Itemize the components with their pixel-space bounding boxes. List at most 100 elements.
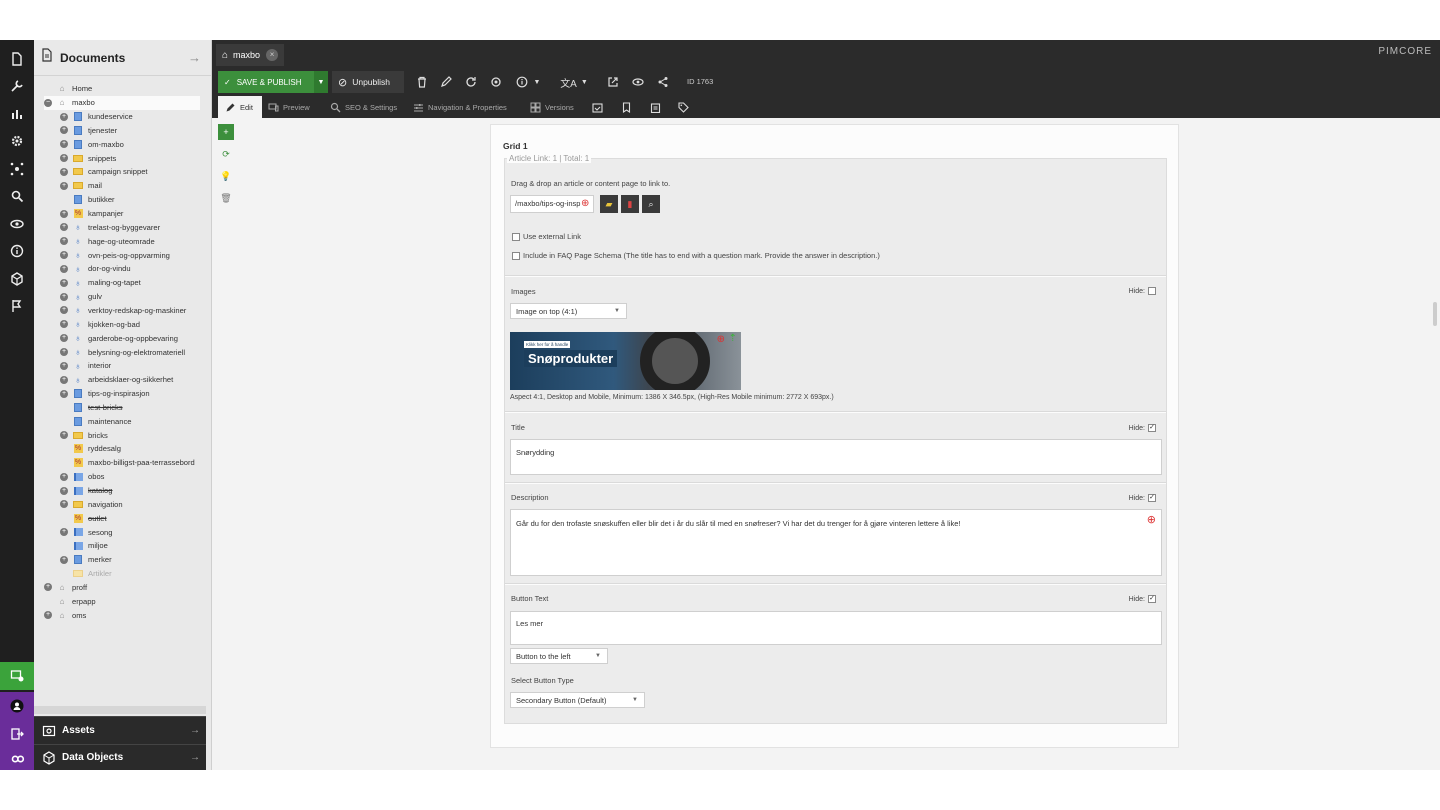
tab-tags[interactable] (678, 96, 693, 118)
tab-seo-settings[interactable]: SEO & Settings (330, 96, 397, 118)
wrench-icon[interactable] (0, 73, 34, 99)
tree-item[interactable]: + ♁ interior (60, 359, 111, 373)
expand-icon[interactable]: + (60, 167, 68, 176)
tree-item[interactable]: + ♁ maling-og-tapet (60, 276, 141, 290)
tree-item[interactable]: + mail (60, 179, 102, 193)
tree-item[interactable]: + ♁ ovn-peis-og-oppvarming (60, 248, 170, 262)
flag-icon[interactable] (0, 293, 34, 319)
expand-icon[interactable]: + (44, 583, 52, 592)
expand-icon[interactable]: + (60, 375, 68, 384)
user-avatar-icon[interactable] (0, 692, 34, 720)
tree-item[interactable]: + ⌂ proff (44, 581, 87, 595)
network-icon[interactable] (0, 156, 34, 182)
tree-item[interactable]: % outlet (60, 511, 107, 525)
expand-icon[interactable]: + (60, 154, 68, 163)
expand-icon[interactable]: + (60, 209, 68, 218)
tree-item[interactable]: + kundeservice (60, 110, 133, 124)
tree-item[interactable]: + obos (60, 470, 104, 484)
expand-icon[interactable]: + (60, 237, 68, 246)
collapse-icon[interactable]: − (44, 98, 52, 107)
tree-item[interactable]: maintenance (60, 414, 131, 428)
tree-item[interactable]: ⌂ erpapp (44, 594, 96, 608)
info-icon[interactable] (0, 238, 34, 264)
cube-icon[interactable] (0, 266, 34, 292)
banner-image[interactable]: Klikk her for å handle Snøprodukter ⊕ ⇡ (510, 332, 741, 390)
target-icon[interactable]: ⊕ (581, 198, 589, 209)
expand-icon[interactable]: + (60, 472, 68, 481)
expand-icon[interactable]: + (60, 140, 68, 149)
trash-icon[interactable] (411, 71, 433, 93)
logout-icon[interactable] (0, 720, 34, 748)
tab-preview[interactable]: Preview (268, 96, 310, 118)
arrow-right-icon[interactable]: → (188, 50, 201, 65)
target-icon[interactable] (485, 71, 507, 93)
tree-item[interactable]: +% kampanjer (60, 207, 123, 221)
tree-item[interactable]: + om-maxbo (60, 137, 124, 151)
tree-item[interactable]: % maxbo-billigst-paa-terrassebord (60, 456, 195, 470)
tab-bookmark[interactable] (621, 96, 636, 118)
tree-item[interactable]: + sesong (60, 525, 113, 539)
eye-icon[interactable] (627, 71, 649, 93)
share-icon[interactable] (652, 71, 674, 93)
target-icon[interactable]: ⊕ (1147, 513, 1156, 526)
button-position-select[interactable]: Button to the left ▼ (510, 648, 608, 664)
refresh-icon[interactable]: ⟳ (218, 146, 234, 162)
tree-item[interactable]: ⌂ Home (44, 82, 93, 96)
clear-button[interactable]: ▮ (621, 195, 639, 213)
expand-icon[interactable]: + (44, 611, 52, 620)
expand-icon[interactable]: + (60, 486, 68, 495)
image-layout-select[interactable]: Image on top (4:1) ▼ (510, 303, 627, 319)
tree-item[interactable]: + ♁ dor-og-vindu (60, 262, 131, 276)
tab-maxbo[interactable]: ⌂ maxbo × (216, 44, 285, 66)
expand-icon[interactable]: + (60, 264, 68, 273)
tree-item[interactable]: + bricks (60, 428, 108, 442)
expand-icon[interactable]: + (60, 278, 68, 287)
expand-icon[interactable]: + (60, 306, 68, 315)
external-link-icon[interactable] (602, 71, 624, 93)
expand-icon[interactable]: + (60, 292, 68, 301)
use-external-link-checkbox[interactable] (512, 232, 520, 241)
expand-icon[interactable]: + (60, 431, 68, 440)
tree-item[interactable]: + katalog (60, 484, 113, 498)
tree-item[interactable]: + ♁ verktoy-redskap-og-maskiner (60, 304, 186, 318)
tree-item[interactable]: − ⌂ maxbo (44, 95, 200, 110)
tree-item[interactable]: + tjenester (60, 124, 117, 138)
expand-icon[interactable]: + (60, 348, 68, 357)
target-icon[interactable]: ⊕ (717, 334, 725, 345)
tree-item[interactable]: + snippets (60, 151, 116, 165)
expand-icon[interactable]: + (60, 361, 68, 370)
vertical-scrollbar[interactable] (1433, 302, 1437, 326)
description-input[interactable]: Går du for den trofaste snøskuffen eller… (510, 509, 1162, 576)
chat-icon[interactable] (0, 662, 34, 690)
button-type-select[interactable]: Secondary Button (Default) ▼ (510, 692, 645, 708)
expand-icon[interactable]: + (60, 126, 68, 135)
tab-navigation-properties[interactable]: Navigation & Properties (413, 96, 507, 118)
expand-icon[interactable]: + (60, 389, 68, 398)
reload-icon[interactable] (460, 71, 482, 93)
tree-item[interactable]: test-bricks (60, 401, 123, 415)
save-publish-button[interactable]: ✓ SAVE & PUBLISH (218, 71, 314, 93)
eye-icon[interactable] (0, 211, 34, 237)
chart-icon[interactable] (0, 101, 34, 127)
tree-item[interactable]: + merker (60, 553, 112, 567)
expand-icon[interactable]: + (60, 181, 68, 190)
open-folder-button[interactable]: ▰ (600, 195, 618, 213)
info-dropdown-button[interactable]: ▼ (510, 71, 546, 93)
button-text-input[interactable]: Les mer (510, 611, 1162, 645)
upload-icon[interactable]: ⇡ (729, 333, 737, 344)
tree-item[interactable]: + ⌂ oms (44, 608, 86, 622)
tree-horizontal-scrollbar[interactable] (34, 706, 206, 714)
tree-item[interactable]: + campaign snippet (60, 165, 148, 179)
translate-dropdown-button[interactable]: 文A ▼ (556, 71, 592, 93)
close-icon[interactable]: × (266, 49, 279, 61)
tab-versions[interactable]: Versions (530, 96, 574, 118)
expand-icon[interactable]: + (60, 112, 68, 121)
hide-title-checkbox[interactable]: ✓ (1148, 424, 1156, 432)
gear-icon[interactable] (0, 128, 34, 154)
expand-icon[interactable]: + (60, 555, 68, 564)
data-objects-accordion[interactable]: Data Objects → (34, 744, 206, 770)
lightbulb-icon[interactable]: 💡 (218, 168, 234, 184)
tab-schedule[interactable] (592, 96, 607, 118)
tree-item[interactable]: Artikler (60, 567, 112, 581)
expand-icon[interactable]: + (60, 334, 68, 343)
